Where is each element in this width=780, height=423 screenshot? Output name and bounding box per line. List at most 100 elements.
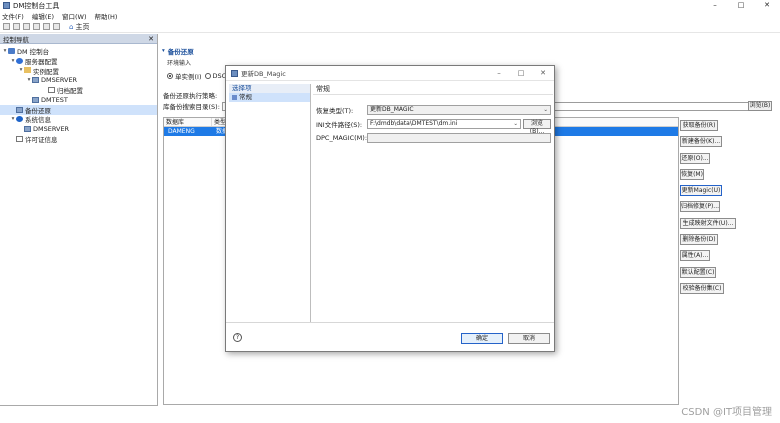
single-instance-radio[interactable] bbox=[167, 73, 173, 79]
browse-dir-button[interactable]: 浏览(B) bbox=[748, 101, 772, 111]
menu-file[interactable]: 文件(F) bbox=[2, 11, 24, 21]
tree-node-instance-config[interactable]: ▾ 实例配置 bbox=[0, 66, 157, 76]
dialog-titlebar[interactable]: 更新DB_Magic – □ ✕ bbox=[226, 66, 554, 81]
group-label: 环境输入 bbox=[167, 60, 192, 67]
refresh-icon[interactable] bbox=[53, 23, 60, 30]
tree-node-backup-restore[interactable]: 备份还原 bbox=[0, 104, 157, 115]
toolbar: ⌂ 主页 bbox=[0, 21, 780, 33]
app-icon bbox=[3, 2, 10, 9]
menu-window[interactable]: 窗口(W) bbox=[62, 11, 87, 21]
print-icon[interactable] bbox=[23, 23, 30, 30]
dialog-close-button[interactable]: ✕ bbox=[532, 66, 554, 81]
close-button[interactable]: ✕ bbox=[754, 0, 780, 11]
new-icon[interactable] bbox=[3, 23, 10, 30]
back-icon[interactable] bbox=[33, 23, 40, 30]
database-icon bbox=[24, 126, 31, 133]
ini-path-input[interactable]: F:\dmdb\data\DMTEST\dm.ini ⌄ bbox=[367, 119, 521, 129]
home-icon: ⌂ bbox=[69, 22, 74, 31]
ok-button[interactable]: 确定 bbox=[461, 333, 503, 344]
restore-button[interactable]: 还原(O)... bbox=[680, 152, 710, 164]
document-icon bbox=[48, 87, 55, 94]
delete-backup-button[interactable]: 删除备份(D) bbox=[680, 234, 718, 246]
tree-node-label: 备份还原 bbox=[25, 106, 51, 115]
generate-map-file-button[interactable]: 生成映射文件(U)... bbox=[680, 217, 736, 229]
cell-db: DAMENG bbox=[168, 128, 195, 135]
tree-node-label: 许可证信息 bbox=[25, 136, 58, 145]
collapse-icon: ▾ bbox=[162, 47, 165, 54]
app-title: DM控制台工具 bbox=[13, 1, 60, 10]
dialog-window-controls: – □ ✕ bbox=[488, 66, 554, 81]
dialog-nav: 选择项 常规 bbox=[229, 84, 311, 322]
menu-help[interactable]: 帮助(H) bbox=[95, 11, 118, 21]
ini-browse-button[interactable]: 浏览(B)... bbox=[523, 119, 551, 135]
database-icon bbox=[32, 77, 39, 84]
tree-node-dm-console[interactable]: ▾ DM 控制台 bbox=[0, 46, 157, 56]
dsc-radio[interactable] bbox=[204, 73, 211, 79]
update-type-label: 恢复类型(T): bbox=[316, 107, 354, 115]
gear-icon bbox=[16, 57, 23, 64]
tree-node-server-config[interactable]: ▾ 服务器配置 bbox=[0, 56, 157, 66]
minimize-button[interactable]: – bbox=[702, 0, 728, 11]
tree-node-license-info[interactable]: 许可证信息 bbox=[0, 134, 157, 144]
single-instance-label: 单实例(I) bbox=[175, 73, 202, 81]
dpc-magic-label: DPC_MAGIC(M): bbox=[316, 134, 368, 142]
tree-node-dmserver[interactable]: ▾ DMSERVER bbox=[0, 75, 157, 85]
general-icon bbox=[232, 95, 237, 100]
exec-strategy-label: 备份还原执行策略: bbox=[163, 92, 218, 100]
update-type-select[interactable]: 更新DB_MAGIC ⌄ bbox=[367, 105, 551, 115]
save-icon[interactable] bbox=[13, 23, 20, 30]
exec-strategy-row: 备份还原执行策略: bbox=[163, 90, 217, 100]
dialog-minimize-button[interactable]: – bbox=[488, 66, 510, 81]
dialog-nav-item-general[interactable]: 常规 bbox=[229, 93, 310, 102]
default-config-button[interactable]: 默认配置(C) bbox=[680, 266, 716, 278]
update-db-magic-dialog: 更新DB_Magic – □ ✕ 选择项 常规 常规 恢复类型(T): 更新DB… bbox=[225, 65, 555, 352]
home-button[interactable]: ⌂ 主页 bbox=[69, 22, 89, 32]
environment-radios: 单实例(I) DSC bbox=[167, 71, 226, 81]
status-bar bbox=[0, 406, 780, 423]
ini-path-value: F:\dmdb\data\DMTEST\dm.ini bbox=[370, 120, 458, 127]
ini-path-label: INI文件路径(S): bbox=[316, 121, 363, 129]
ini-path-row: INI文件路径(S): F:\dmdb\data\DMTEST\dm.ini ⌄… bbox=[316, 119, 551, 135]
tree-node-label: DM 控制台 bbox=[17, 47, 50, 56]
get-backup-button[interactable]: 获取备份(R) bbox=[680, 120, 718, 131]
tree-node-system-info[interactable]: ▾ 系统信息 bbox=[0, 115, 157, 124]
tree-node-label: DMSERVER bbox=[41, 76, 78, 85]
archive-repair-button[interactable]: 归档修复(P)... bbox=[680, 201, 720, 213]
verify-backup-set-button[interactable]: 校验备份集(C) bbox=[680, 282, 724, 294]
action-buttons: 获取备份(R) 新建备份(K)... 还原(O)... 恢复(M) 更新Magi… bbox=[680, 120, 736, 299]
update-magic-button[interactable]: 更新Magic(U) bbox=[680, 185, 722, 197]
backup-icon bbox=[16, 106, 23, 113]
tree-node-sysinfo-dmserver[interactable]: DMSERVER bbox=[0, 124, 157, 134]
search-dir-label: 库备份搜索目录(S): bbox=[163, 103, 220, 111]
dpc-magic-input[interactable] bbox=[367, 133, 551, 143]
dialog-app-icon bbox=[231, 69, 238, 77]
update-type-value: 更新DB_MAGIC bbox=[370, 106, 414, 113]
dialog-title: 更新DB_Magic bbox=[241, 70, 286, 78]
section-title: 备份还原 bbox=[167, 47, 194, 56]
chevron-down-icon[interactable]: ⌄ bbox=[513, 120, 518, 128]
nav-tab[interactable]: 控制导航 ✕ bbox=[0, 34, 157, 44]
tree-node-archive-config[interactable]: 归档配置 bbox=[0, 85, 157, 95]
navigation-pane: 控制导航 ✕ ▾ DM 控制台 ▾ 服务器配置 ▾ 实例配置 ▾ DMSERVE… bbox=[0, 34, 158, 406]
properties-button[interactable]: 属性(A)... bbox=[680, 250, 710, 262]
window-controls: – □ ✕ bbox=[702, 0, 780, 11]
dialog-nav-item-label: 常规 bbox=[239, 93, 252, 101]
new-backup-button[interactable]: 新建备份(K)... bbox=[680, 136, 722, 148]
maximize-button[interactable]: □ bbox=[728, 0, 754, 11]
section-header[interactable]: ▾ 备份还原 bbox=[162, 46, 776, 56]
column-header-db[interactable]: 数据库 bbox=[164, 118, 212, 126]
cancel-button[interactable]: 取消 bbox=[508, 333, 550, 344]
dialog-maximize-button[interactable]: □ bbox=[510, 66, 532, 81]
tree-node-label: DMTEST bbox=[41, 95, 68, 104]
update-type-row: 恢复类型(T): 更新DB_MAGIC ⌄ bbox=[316, 105, 551, 115]
forward-icon[interactable] bbox=[43, 23, 50, 30]
menu-edit[interactable]: 编辑(E) bbox=[32, 11, 54, 21]
tree-node-dmtest[interactable]: DMTEST bbox=[0, 95, 157, 105]
help-icon[interactable]: ? bbox=[233, 333, 242, 342]
database-icon bbox=[32, 96, 39, 103]
app-titlebar: DM控制台工具 – □ ✕ bbox=[0, 0, 780, 11]
tree-node-label: DMSERVER bbox=[33, 125, 70, 134]
nav-tab-close-icon[interactable]: ✕ bbox=[148, 35, 154, 43]
menu-bar: 文件(F) 编辑(E) 窗口(W) 帮助(H) bbox=[0, 11, 780, 21]
recover-button[interactable]: 恢复(M) bbox=[680, 168, 704, 180]
